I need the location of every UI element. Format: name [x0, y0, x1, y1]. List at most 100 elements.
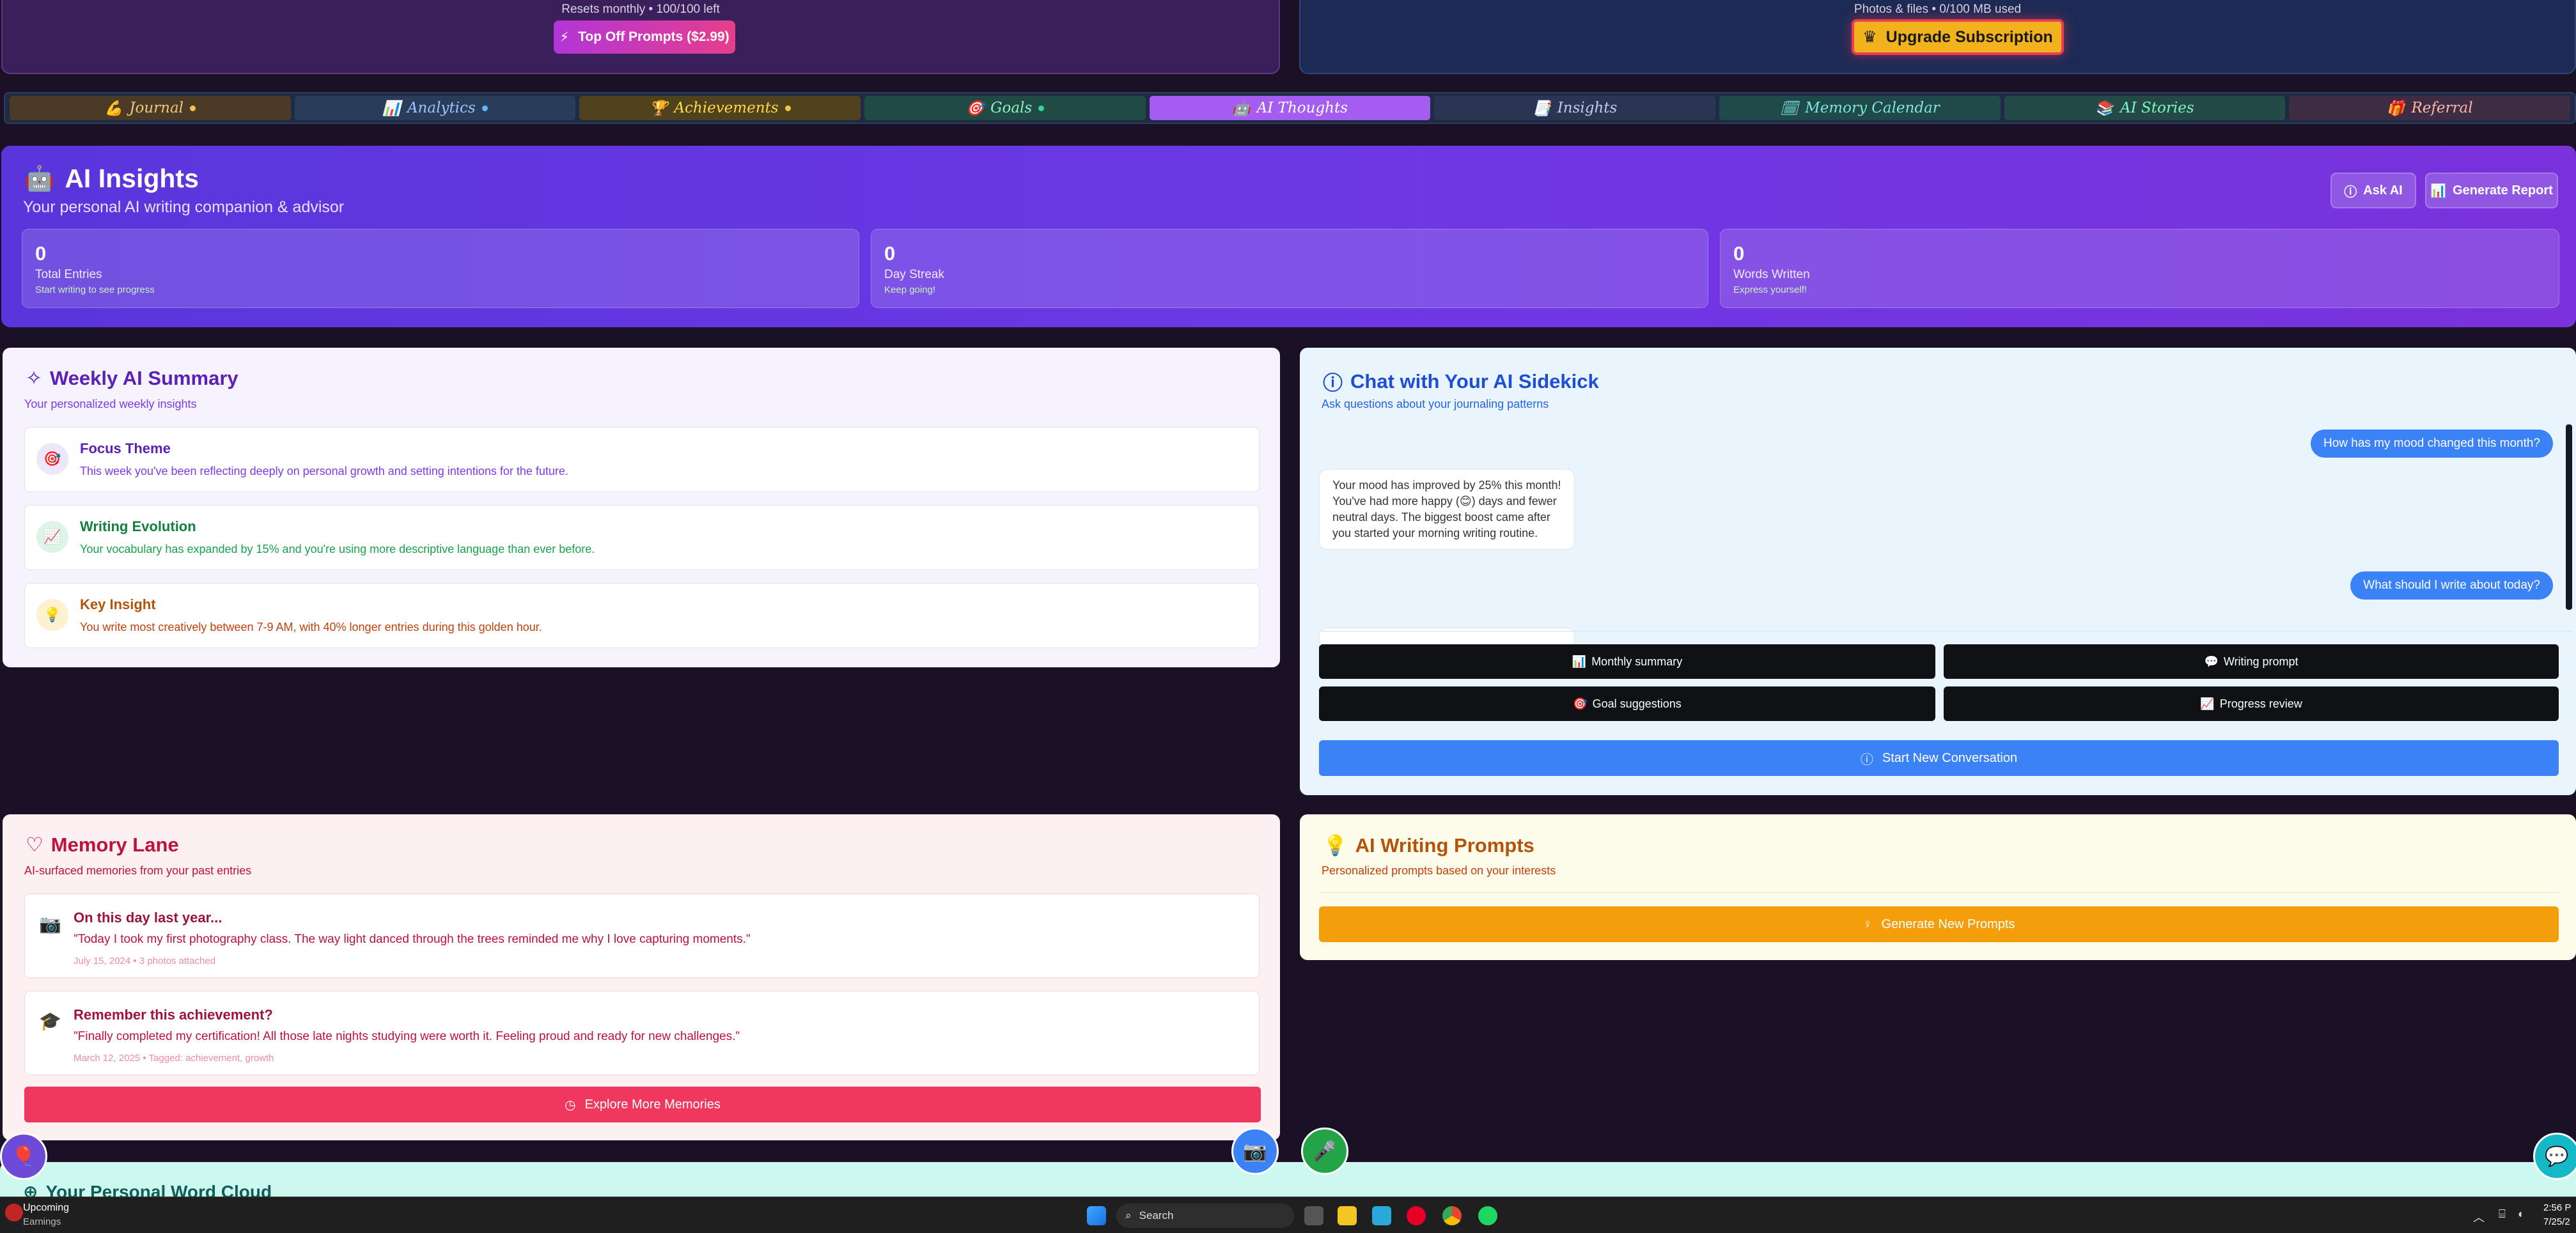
page-title-text: AI Insights [65, 164, 199, 193]
clock-date[interactable]: 7/25/2 [2543, 1216, 2570, 1227]
trend-icon: 📈 [2200, 697, 2215, 710]
tab-analytics[interactable]: 📊 Analytics [294, 96, 576, 120]
quick-writing-prompt-button[interactable]: 💬 Writing prompt [1944, 644, 2559, 679]
tab-label: Journal [129, 100, 184, 116]
tab-label: Memory Calendar [1805, 100, 1940, 116]
tab-journal[interactable]: 💪 Journal [10, 96, 291, 120]
user-message: What should I write about today? [2350, 571, 2553, 600]
document-icon: 📑 [1533, 100, 1551, 117]
robot-icon: 🤖 [1232, 100, 1251, 117]
ai-chat-card: ⓘ Chat with Your AI Sidekick Ask questio… [1300, 348, 2576, 795]
tab-achievements[interactable]: 🏆 Achievements [579, 96, 861, 120]
start-icon[interactable] [1087, 1206, 1106, 1225]
tab-memory-calendar[interactable]: 🗓 Memory Calendar [1719, 96, 2001, 120]
quick-goal-suggestions-button[interactable]: 🎯 Goal suggestions [1319, 686, 1935, 721]
crown-icon: ♛ [1862, 28, 1877, 46]
chat-fab[interactable]: 💬 [2533, 1133, 2576, 1180]
writing-prompts-subtitle: Personalized prompts based on your inter… [1322, 864, 1556, 877]
file-explorer-icon[interactable] [1338, 1206, 1357, 1225]
app-icon[interactable] [1372, 1206, 1391, 1225]
memory-item[interactable]: 📷 On this day last year... "Today I took… [24, 894, 1260, 978]
divider [1319, 631, 2572, 632]
insight-text: Your vocabulary has expanded by 15% and … [80, 543, 595, 555]
stat-label: Total Entries [35, 268, 102, 281]
tab-label: Analytics [407, 100, 476, 116]
tab-goals[interactable]: 🎯 Goals [864, 96, 1146, 120]
quick-label: Monthly summary [1591, 655, 1683, 668]
chat-scrollbar[interactable] [2566, 424, 2572, 610]
tab-ai-stories[interactable]: 📚 AI Stories [2004, 96, 2286, 120]
task-view-icon[interactable] [1304, 1206, 1323, 1225]
robot-icon: 🤖 [24, 165, 55, 192]
quick-progress-review-button[interactable]: 📈 Progress review [1944, 686, 2559, 721]
stat-hint: Express yourself! [1733, 284, 1807, 295]
chat-messages[interactable]: How has my mood changed this month? Your… [1319, 424, 2572, 648]
sparkles-icon: ✧ [26, 367, 42, 389]
stat-total-entries: 0 Total Entries Start writing to see pro… [22, 229, 859, 308]
camera-fab[interactable]: 📷 [1231, 1128, 1279, 1175]
storage-card: Photos & files • 0/100 MB used ♛ Upgrade… [1299, 0, 2576, 74]
start-new-conversation-button[interactable]: ⓘ Start New Conversation [1319, 740, 2559, 776]
ai-chat-title: ⓘ Chat with Your AI Sidekick [1323, 367, 1599, 396]
network-icon[interactable]: ⌸ [2499, 1207, 2506, 1221]
stat-value: 0 [884, 242, 896, 265]
taskbar-search[interactable]: ⌕ Search [1116, 1204, 1294, 1228]
start-conversation-label: Start New Conversation [1882, 750, 2018, 765]
chart-icon: 📊 [2430, 183, 2447, 198]
explore-more-memories-button[interactable]: ◷ Explore More Memories [24, 1087, 1261, 1122]
lightbulb-icon: ♀ [1862, 917, 1873, 931]
upgrade-subscription-button[interactable]: ♛ Upgrade Subscription [1852, 19, 2064, 55]
ask-ai-label: Ask AI [2363, 183, 2403, 198]
camera-icon: 📷 [39, 914, 61, 934]
storage-usage-note: Photos & files • 0/100 MB used [1854, 3, 2022, 16]
prompt-credits-card: Resets monthly • 100/100 left ⚡ Top Off … [1, 0, 1280, 74]
tab-label: Achievements [674, 100, 779, 116]
top-off-label: Top Off Prompts ($2.99) [578, 29, 730, 44]
tab-insights[interactable]: 📑 Insights [1434, 96, 1716, 120]
target-icon: 🎯 [36, 443, 68, 475]
quick-monthly-summary-button[interactable]: 📊 Monthly summary [1319, 644, 1935, 679]
brain-icon: ⓘ [1323, 372, 1343, 394]
generate-report-button[interactable]: 📊 Generate Report [2425, 173, 2558, 208]
top-off-prompts-button[interactable]: ⚡ Top Off Prompts ($2.99) [554, 20, 735, 54]
writing-prompts-card: 💡 AI Writing Prompts Personalized prompt… [1300, 814, 2576, 960]
memory-item[interactable]: 🎓 Remember this achievement? "Finally co… [24, 991, 1260, 1075]
search-icon: ⌕ [1125, 1209, 1132, 1221]
insight-title: Key Insight [80, 596, 156, 612]
spotify-icon[interactable] [1478, 1206, 1497, 1225]
insight-text: You write most creatively between 7-9 AM… [80, 621, 542, 633]
chrome-icon[interactable] [1442, 1206, 1462, 1225]
quick-label: Progress review [2219, 697, 2302, 710]
weekly-summary-title: ✧ Weekly AI Summary [26, 367, 238, 390]
chat-bubble-icon: 💬 [2545, 1145, 2569, 1167]
quick-label: Goal suggestions [1592, 697, 1682, 710]
target-icon: 🎯 [1573, 697, 1588, 710]
generate-report-label: Generate Report [2453, 183, 2553, 198]
tab-ai-thoughts[interactable]: 🤖 AI Thoughts [1149, 96, 1431, 120]
divider [1319, 892, 2559, 893]
generate-new-prompts-button[interactable]: ♀ Generate New Prompts [1319, 906, 2559, 942]
ask-ai-button[interactable]: ⓘ Ask AI [2330, 173, 2416, 208]
stat-hint: Start writing to see progress [35, 284, 155, 295]
insight-title: Writing Evolution [80, 518, 196, 534]
clock-time[interactable]: 2:56 P [2543, 1202, 2571, 1213]
voice-fab[interactable]: 🎤 [1301, 1128, 1348, 1175]
stocks-widget-icon[interactable] [5, 1204, 23, 1221]
tab-referral[interactable]: 🎁 Referral [2289, 96, 2571, 120]
memory-title: On this day last year... [74, 910, 222, 926]
memory-lane-title-text: Memory Lane [51, 834, 179, 856]
chevron-up-icon[interactable]: ︿ [2473, 1209, 2485, 1225]
insight-writing-evolution: 📈 Writing Evolution Your vocabulary has … [24, 505, 1260, 570]
trend-icon: 📈 [36, 521, 68, 553]
tab-label: Referral [2411, 100, 2473, 116]
generate-prompts-label: Generate New Prompts [1881, 917, 2015, 931]
mood-fab[interactable]: 🎈 [0, 1133, 47, 1180]
insight-focus-theme: 🎯 Focus Theme This week you've been refl… [24, 427, 1260, 492]
tab-label: AI Thoughts [1256, 100, 1348, 116]
memory-lane-card: ♡ Memory Lane AI-surfaced memories from … [3, 814, 1280, 1140]
brain-icon: ⓘ [1860, 752, 1873, 767]
pinterest-icon[interactable] [1407, 1206, 1426, 1225]
memory-quote: "Today I took my first photography class… [74, 933, 751, 946]
volume-icon[interactable]: ◖ [2517, 1207, 2524, 1221]
insight-title: Focus Theme [80, 440, 171, 456]
